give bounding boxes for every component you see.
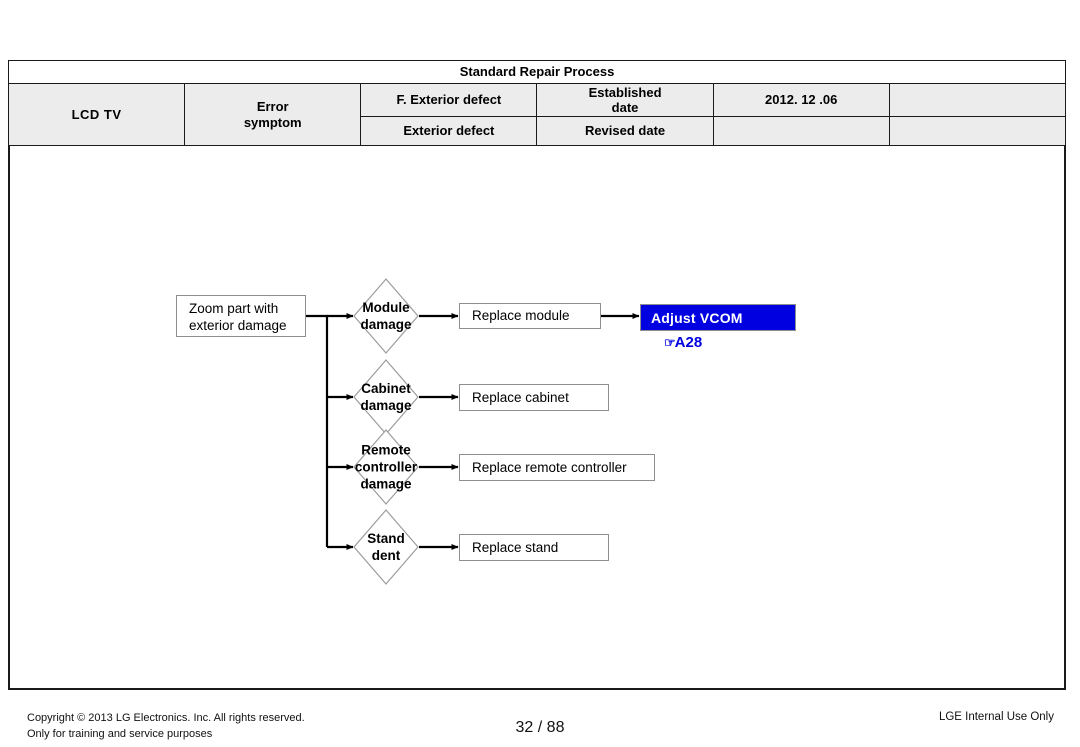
action-replace-cabinet-label: Replace cabinet [472,389,569,405]
decision-stand-dent[interactable]: Stand dent [353,509,419,585]
flow-start-box[interactable]: Zoom part with exterior damage [176,295,306,337]
decision-remote-line1: Remote [361,442,411,458]
decision-cabinet-damage-line1: Cabinet [361,381,411,396]
flow-start-line2: exterior damage [189,318,287,334]
footer-page-number: 32 / 88 [515,719,565,736]
decision-cabinet-damage-line2: damage [360,398,412,413]
decision-stand-dent-label: Stand dent [367,530,405,564]
action-replace-stand[interactable]: Replace stand [459,534,609,561]
action-replace-module[interactable]: Replace module [459,303,601,329]
reference-a28-code: A28 [674,334,703,351]
action-replace-remote-controller[interactable]: Replace remote controller [459,454,655,481]
flowchart-connectors [306,313,640,550]
action-replace-cabinet[interactable]: Replace cabinet [459,384,609,411]
decision-cabinet-damage[interactable]: Cabinet damage [353,359,419,435]
decision-module-damage-label: Module damage [360,299,411,333]
decision-cabinet-damage-label: Cabinet damage [360,380,411,414]
action-adjust-vcom[interactable]: Adjust VCOM [640,304,796,331]
action-replace-module-label: Replace module [472,308,570,324]
decision-module-damage-line2: damage [360,317,412,332]
flow-start-line1: Zoom part with [189,301,279,316]
footer-internal-notice: LGE Internal Use Only [938,711,1054,723]
repair-flowchart: Zoom part with exterior damage Module da… [0,0,1080,747]
decision-stand-dent-line1: Stand [367,531,405,546]
decision-remote-line2: controller [354,459,418,475]
decision-module-damage-line1: Module [362,300,410,315]
decision-stand-dent-line2: dent [371,548,401,563]
decision-remote-controller-damage[interactable]: Remote controller damage [353,429,419,505]
decision-remote-controller-damage-label: Remote controller damage [355,442,417,493]
action-adjust-vcom-label: Adjust VCOM [651,309,743,326]
decision-remote-line3: damage [360,476,412,492]
action-replace-stand-label: Replace stand [472,539,559,555]
action-replace-remote-controller-label: Replace remote controller [472,459,627,475]
pointing-hand-icon: ☞ [664,335,676,350]
reference-a28[interactable]: ☞A28 [664,334,702,351]
decision-module-damage[interactable]: Module damage [353,278,419,354]
